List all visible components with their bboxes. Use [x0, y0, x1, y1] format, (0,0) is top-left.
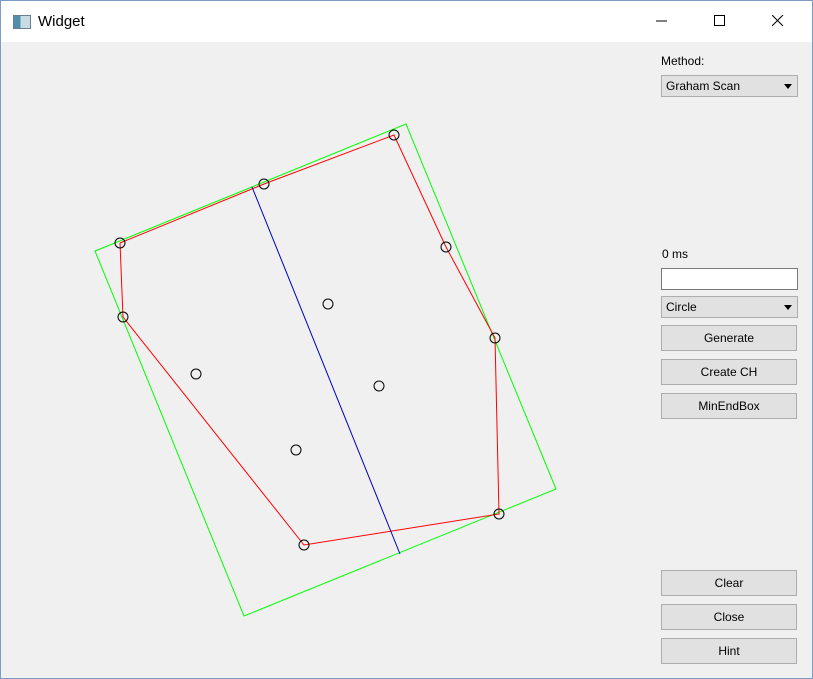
hint-button[interactable]: Hint: [661, 638, 797, 664]
axis-line: [251, 186, 401, 555]
method-label: Method:: [661, 54, 705, 68]
convex-hull: [119, 134, 500, 546]
dropdown-arrow-icon: [784, 305, 792, 310]
close-window-button[interactable]: [755, 1, 801, 42]
maximize-button[interactable]: [697, 1, 743, 42]
point: [373, 380, 385, 392]
point: [290, 444, 302, 456]
drawing-canvas[interactable]: [2, 42, 648, 678]
minendbox-button[interactable]: MinEndBox: [661, 393, 797, 419]
shape-select-value: Circle: [666, 300, 697, 314]
close-icon: [772, 15, 784, 27]
time-label: 0 ms: [662, 247, 689, 261]
minimize-icon: [656, 20, 667, 22]
shape-select[interactable]: Circle: [661, 296, 798, 318]
method-select-value: Graham Scan: [666, 79, 741, 93]
close-button[interactable]: Close: [661, 604, 797, 630]
dropdown-arrow-icon: [784, 84, 792, 89]
method-select[interactable]: Graham Scan: [661, 75, 798, 97]
title-bar[interactable]: Widget: [1, 1, 812, 42]
app-window: Widget Method: Graham Scan 0 ms Circle G…: [0, 0, 813, 679]
point: [322, 298, 334, 310]
minimize-button[interactable]: [639, 1, 685, 42]
generate-button[interactable]: Generate: [661, 325, 797, 351]
maximize-icon: [714, 15, 725, 26]
time-input[interactable]: [661, 268, 798, 290]
create-ch-button[interactable]: Create CH: [661, 359, 797, 385]
clear-button[interactable]: Clear: [661, 570, 797, 596]
app-icon: [13, 15, 31, 29]
point: [190, 368, 202, 380]
window-title: Widget: [38, 13, 85, 30]
